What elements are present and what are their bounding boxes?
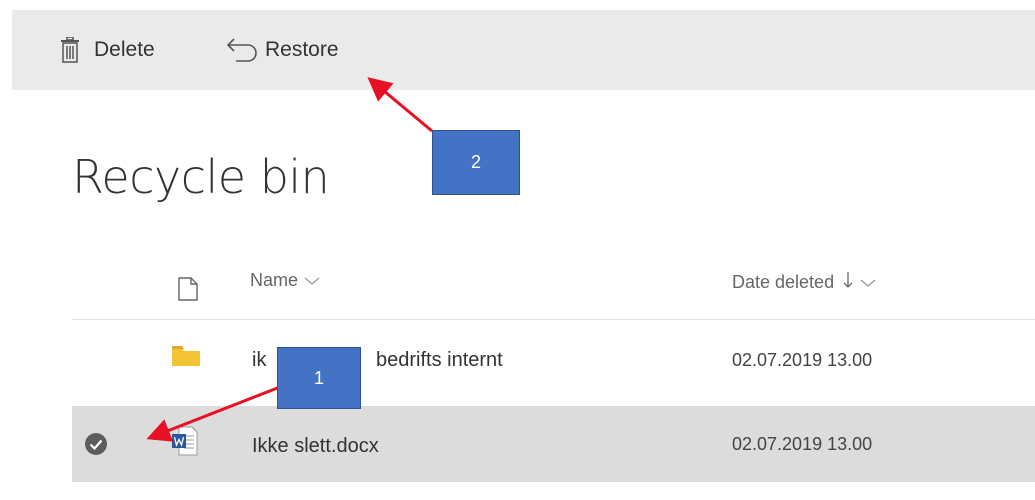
annotation-box-1: 1	[277, 347, 361, 409]
annotation-box-2: 2	[432, 130, 520, 195]
annotation-arrow-2	[367, 77, 433, 133]
annotation-arrow-1	[146, 385, 281, 442]
annotation-arrows	[146, 77, 433, 442]
